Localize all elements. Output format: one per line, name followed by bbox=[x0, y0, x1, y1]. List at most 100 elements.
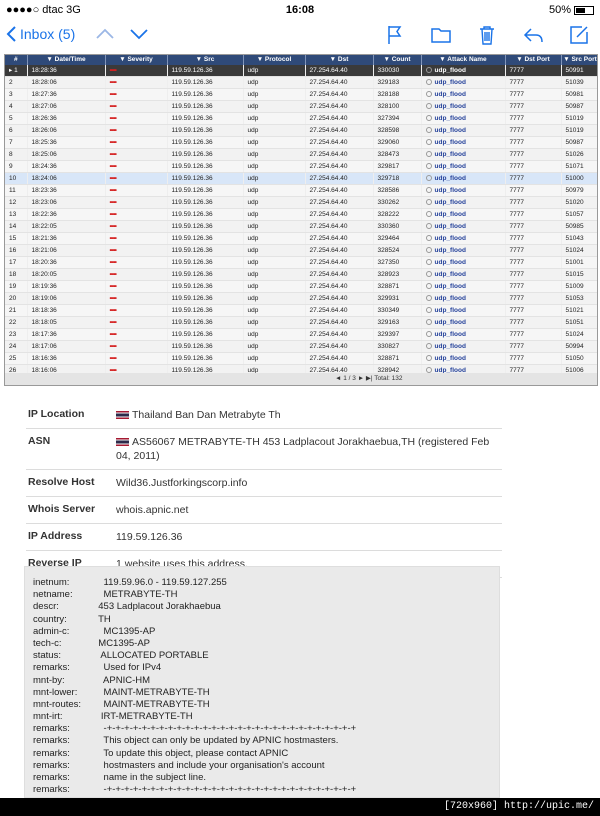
attack-name-link[interactable]: udp_flood bbox=[435, 127, 466, 134]
attack-name-link[interactable]: udp_flood bbox=[435, 247, 466, 254]
table-pager[interactable]: ◄ 1 / 3 ► ▶| Total: 132 bbox=[5, 373, 597, 385]
attack-status-icon bbox=[425, 307, 432, 314]
attack-name-link[interactable]: udp_flood bbox=[435, 187, 466, 194]
table-row[interactable]: 25 18:16:36 ••••• 119.59.126.36 udp 27.254.64… bbox=[5, 352, 597, 366]
column-header[interactable]: ▼ Dst Port bbox=[505, 55, 562, 65]
attack-name-link[interactable]: udp_flood bbox=[435, 223, 466, 230]
attack-name-link[interactable]: udp_flood bbox=[435, 91, 466, 98]
attack-status-icon bbox=[425, 103, 432, 110]
attack-name-link[interactable]: udp_flood bbox=[435, 139, 466, 146]
table-row[interactable]: 14 18:22:05 ••••• 119.59.126.36 udp 27.254.64… bbox=[5, 220, 597, 234]
table-row[interactable]: 15 18:21:36 ••••• 119.59.126.36 udp 27.254.64… bbox=[5, 232, 597, 246]
compose-icon[interactable] bbox=[568, 24, 590, 46]
column-header[interactable]: ▼ Severity bbox=[105, 55, 168, 65]
table-row[interactable]: 11 18:23:36 ••••• 119.59.126.36 udp 27.254.64… bbox=[5, 184, 597, 198]
column-header[interactable]: ▼ Count bbox=[373, 55, 422, 65]
table-row[interactable]: 16 18:21:06 ••••• 119.59.126.36 udp 27.254.64… bbox=[5, 244, 597, 258]
table-cell: udp_flood bbox=[421, 328, 506, 342]
table-row[interactable]: 17 18:20:36 ••••• 119.59.126.36 udp 27.254.64… bbox=[5, 256, 597, 270]
table-cell: udp bbox=[243, 352, 306, 366]
table-row[interactable]: 8 18:25:06 ••••• 119.59.126.36 udp 27.254.64.… bbox=[5, 148, 597, 162]
attack-name-link[interactable]: udp_flood bbox=[435, 331, 466, 338]
attack-name-link[interactable]: udp_flood bbox=[435, 295, 466, 302]
table-row[interactable]: 19 18:19:36 ••••• 119.59.126.36 udp 27.254.64… bbox=[5, 280, 597, 294]
back-to-inbox-button[interactable]: Inbox (5) bbox=[6, 26, 75, 42]
attack-name-link[interactable]: udp_flood bbox=[435, 163, 466, 170]
attack-name-link[interactable]: udp_flood bbox=[435, 199, 466, 206]
table-row[interactable]: 10 18:24:06 ••••• 119.59.126.36 udp 27.254.64… bbox=[5, 172, 597, 186]
table-cell: 329931 bbox=[373, 292, 422, 306]
table-row[interactable]: 12 18:23:06 ••••• 119.59.126.36 udp 27.254.64… bbox=[5, 196, 597, 210]
whois-line: mnt-lower: MAINT-METRABYTE-TH bbox=[33, 687, 499, 699]
table-cell: udp_flood bbox=[421, 244, 506, 258]
table-row[interactable]: 9 18:24:36 ••••• 119.59.126.36 udp 27.254.64.… bbox=[5, 160, 597, 174]
folder-icon[interactable] bbox=[430, 24, 452, 46]
table-cell: ••••• bbox=[105, 340, 168, 354]
column-header[interactable]: ▼ Dst bbox=[305, 55, 374, 65]
table-cell: 27.254.64.40 bbox=[305, 280, 374, 294]
table-row[interactable]: 3 18:27:36 ••••• 119.59.126.36 udp 27.254.64.… bbox=[5, 88, 597, 102]
column-header[interactable]: # bbox=[5, 55, 28, 65]
table-cell: 51001 bbox=[561, 256, 597, 270]
table-cell: 7777 bbox=[505, 88, 562, 102]
attack-name-link[interactable]: udp_flood bbox=[435, 319, 466, 326]
attack-name-link[interactable]: udp_flood bbox=[435, 283, 466, 290]
whois-line: remarks: Used for IPv4 bbox=[33, 662, 499, 674]
column-header[interactable]: ▼ Attack Name bbox=[421, 55, 506, 65]
battery-status: 50% bbox=[549, 4, 594, 16]
attack-name-link[interactable]: udp_flood bbox=[435, 103, 466, 110]
attack-name-link[interactable]: udp_flood bbox=[435, 355, 466, 362]
table-row[interactable]: 13 18:22:36 ••••• 119.59.126.36 udp 27.254.64… bbox=[5, 208, 597, 222]
attack-name-link[interactable]: udp_flood bbox=[435, 211, 466, 218]
table-row[interactable]: 2 18:28:06 ••••• 119.59.126.36 udp 27.254.64.… bbox=[5, 76, 597, 90]
table-cell: 5 bbox=[5, 112, 28, 126]
attack-name-link[interactable]: udp_flood bbox=[435, 343, 466, 350]
attack-status-icon bbox=[425, 223, 432, 230]
table-row[interactable]: ▸ 1 18:28:36 ••••• 119.59.126.36 udp 27.254.6… bbox=[5, 65, 597, 78]
table-cell: 119.59.126.36 bbox=[167, 352, 244, 366]
table-cell: 7777 bbox=[505, 124, 562, 138]
table-row[interactable]: 6 18:26:06 ••••• 119.59.126.36 udp 27.254.64.… bbox=[5, 124, 597, 138]
attack-name-link[interactable]: udp_flood bbox=[435, 271, 466, 278]
attack-name-link[interactable]: udp_flood bbox=[435, 307, 466, 314]
up-arrow-icon[interactable] bbox=[96, 28, 114, 40]
table-cell: 327394 bbox=[373, 112, 422, 126]
attack-name-link[interactable]: udp_flood bbox=[435, 175, 466, 182]
mail-nav-bar: Inbox (5) bbox=[0, 20, 600, 54]
column-header[interactable]: ▼ Src Port bbox=[561, 55, 597, 65]
table-row[interactable]: 18 18:20:05 ••••• 119.59.126.36 udp 27.254.64… bbox=[5, 268, 597, 282]
reply-icon[interactable] bbox=[522, 24, 544, 46]
table-row[interactable]: 7 18:25:36 ••••• 119.59.126.36 udp 27.254.64.… bbox=[5, 136, 597, 150]
attack-name-link[interactable]: udp_flood bbox=[435, 259, 466, 266]
attack-name-link[interactable]: udp_flood bbox=[435, 115, 466, 122]
whois-value: IRT-METRABYTE-TH bbox=[93, 711, 193, 723]
table-cell: ••••• bbox=[105, 256, 168, 270]
table-cell: 12 bbox=[5, 196, 28, 210]
column-header[interactable]: ▼ Protocol bbox=[243, 55, 306, 65]
table-row[interactable]: 24 18:17:06 ••••• 119.59.126.36 udp 27.254.64… bbox=[5, 340, 597, 354]
table-row[interactable]: 23 18:17:36 ••••• 119.59.126.36 udp 27.254.64… bbox=[5, 328, 597, 342]
attack-name-link[interactable]: udp_flood bbox=[435, 151, 466, 158]
attack-name-link[interactable]: udp_flood bbox=[435, 79, 466, 86]
table-row[interactable]: 20 18:19:06 ••••• 119.59.126.36 udp 27.254.64… bbox=[5, 292, 597, 306]
table-row[interactable]: 4 18:27:06 ••••• 119.59.126.36 udp 27.254.64.… bbox=[5, 100, 597, 114]
table-cell: udp_flood bbox=[421, 196, 506, 210]
attack-name-link[interactable]: udp_flood bbox=[435, 235, 466, 242]
column-header[interactable]: ▼ Date/Time bbox=[27, 55, 106, 65]
table-row[interactable]: 5 18:26:36 ••••• 119.59.126.36 udp 27.254.64.… bbox=[5, 112, 597, 126]
table-row[interactable]: 21 18:18:36 ••••• 119.59.126.36 udp 27.254.64… bbox=[5, 304, 597, 318]
table-cell: 18:28:06 bbox=[27, 76, 106, 90]
down-arrow-icon[interactable] bbox=[130, 28, 148, 40]
attack-status-icon bbox=[425, 91, 432, 98]
severity-indicator: ••••• bbox=[109, 235, 117, 243]
detail-value: 119.59.126.36 bbox=[116, 524, 502, 550]
attack-name-link[interactable]: udp_flood bbox=[435, 67, 466, 74]
column-header[interactable]: ▼ Src bbox=[167, 55, 244, 65]
detail-value-text: AS56067 METRABYTE-TH 453 Ladplacout Jora… bbox=[116, 436, 490, 462]
flag-icon[interactable] bbox=[384, 24, 406, 46]
table-cell: 51071 bbox=[561, 160, 597, 174]
whois-line: country: TH bbox=[33, 614, 499, 626]
table-row[interactable]: 22 18:18:05 ••••• 119.59.126.36 udp 27.254.64… bbox=[5, 316, 597, 330]
trash-icon[interactable] bbox=[476, 24, 498, 46]
table-cell: 27.254.64.40 bbox=[305, 65, 374, 78]
